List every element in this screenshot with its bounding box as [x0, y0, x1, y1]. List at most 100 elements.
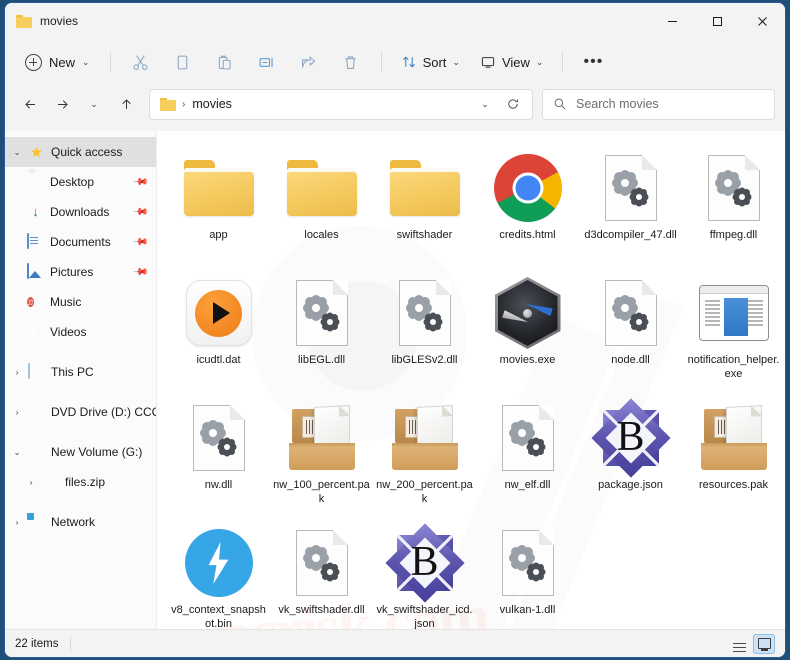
- dll-gears-icon: [386, 274, 464, 352]
- file-item[interactable]: nw_elf.dll: [476, 393, 579, 518]
- file-name: app: [209, 229, 228, 241]
- file-item[interactable]: nw_200_percent.pak: [373, 393, 476, 518]
- file-item[interactable]: nw.dll: [167, 393, 270, 518]
- close-button[interactable]: [740, 3, 785, 39]
- sidebar-item-label: Downloads: [50, 205, 110, 219]
- cut-icon: [133, 54, 148, 70]
- arrow-up-icon: [121, 98, 131, 109]
- sidebar-item-new-volume[interactable]: ⌄ New Volume (G:): [5, 437, 156, 467]
- file-item[interactable]: notification_helper.exe: [682, 268, 785, 393]
- chevron-right-icon[interactable]: ›: [9, 517, 25, 527]
- sidebar-item-downloads[interactable]: ↓ Downloads 📌: [5, 197, 156, 227]
- chrome-html-icon: [489, 149, 567, 227]
- file-item[interactable]: credits.html: [476, 143, 579, 268]
- chevron-down-icon[interactable]: ⌄: [9, 147, 25, 158]
- file-item[interactable]: B package.json: [579, 393, 682, 518]
- file-item[interactable]: libEGL.dll: [270, 268, 373, 393]
- sidebar-item-desktop[interactable]: Desktop 📌: [5, 167, 156, 197]
- chevron-down-icon[interactable]: ⌄: [9, 447, 25, 458]
- sidebar-item-network[interactable]: › Network: [5, 507, 156, 537]
- dll-gears-icon: [592, 274, 670, 352]
- more-options-button[interactable]: •••: [573, 46, 613, 78]
- file-item[interactable]: resources.pak: [682, 393, 785, 518]
- status-bar: 22 items: [5, 629, 785, 657]
- new-button-label: New: [49, 54, 76, 70]
- file-item[interactable]: node.dll: [579, 268, 682, 393]
- sidebar-item-documents[interactable]: Documents 📌: [5, 227, 156, 257]
- breadcrumb[interactable]: movies: [192, 97, 232, 111]
- file-name: vulkan-1.dll: [499, 604, 556, 616]
- sidebar-item-music[interactable]: ♫ Music: [5, 287, 156, 317]
- cut-button[interactable]: [121, 46, 161, 78]
- file-item[interactable]: v8_context_snapshot.bin: [167, 518, 270, 629]
- minimize-button[interactable]: [650, 3, 695, 39]
- pin-icon: 📌: [131, 203, 149, 221]
- file-item[interactable]: libGLESv2.dll: [373, 268, 476, 393]
- file-item[interactable]: vk_swiftshader.dll: [270, 518, 373, 629]
- maximize-icon: [713, 16, 722, 26]
- chevron-down-icon: ⌄: [452, 56, 460, 67]
- file-item[interactable]: swiftshader: [373, 143, 476, 268]
- sidebar-item-quick-access[interactable]: ⌄ ★ Quick access: [5, 137, 156, 167]
- sort-button[interactable]: Sort ⌄: [392, 46, 469, 78]
- close-icon: [758, 16, 767, 26]
- file-item[interactable]: movies.exe: [476, 268, 579, 393]
- sidebar-item-pictures[interactable]: Pictures 📌: [5, 257, 156, 287]
- sidebar-item-label: DVD Drive (D:) CCCC: [51, 405, 156, 419]
- file-item[interactable]: nw_100_percent.pak: [270, 393, 373, 518]
- share-button[interactable]: [289, 46, 329, 78]
- sidebar-item-files-zip[interactable]: › files.zip: [5, 467, 156, 497]
- archive-pak-icon: [283, 399, 361, 477]
- file-name: vk_swiftshader.dll: [278, 604, 365, 616]
- sidebar-item-this-pc[interactable]: › This PC: [5, 357, 156, 387]
- share-icon: [302, 55, 316, 68]
- chevron-right-icon[interactable]: ›: [9, 367, 25, 377]
- toolbar-divider-3: [562, 52, 564, 72]
- folder-icon: [283, 149, 361, 227]
- dll-gears-icon: [695, 149, 773, 227]
- dll-gears-icon: [283, 274, 361, 352]
- chevron-right-icon[interactable]: ›: [9, 407, 25, 417]
- file-name: nw_elf.dll: [504, 479, 551, 491]
- paste-button[interactable]: [205, 46, 245, 78]
- breadcrumb-dropdown-button[interactable]: ⌄: [472, 92, 498, 117]
- file-item[interactable]: B vk_swiftshader_icd.json: [373, 518, 476, 629]
- file-list-pane[interactable]: pcrisk.com app locales swiftshader credi…: [157, 131, 785, 629]
- drive-icon: [28, 444, 45, 460]
- breadcrumb-bar[interactable]: › movies ⌄: [149, 88, 533, 120]
- forward-button[interactable]: [47, 89, 77, 119]
- minimize-icon: [668, 20, 677, 22]
- pin-icon: 📌: [131, 233, 149, 251]
- desktop-icon: [27, 174, 44, 190]
- file-name: credits.html: [499, 229, 556, 241]
- file-item[interactable]: icudtl.dat: [167, 268, 270, 393]
- sidebar-item-videos[interactable]: Videos: [5, 317, 156, 347]
- downloads-icon: ↓: [32, 204, 39, 219]
- view-button[interactable]: View ⌄: [471, 46, 553, 78]
- search-input[interactable]: Search movies: [576, 97, 659, 111]
- chevron-right-icon[interactable]: ›: [23, 477, 39, 487]
- item-count: 22 items: [15, 637, 59, 650]
- delete-button[interactable]: [331, 46, 371, 78]
- large-icons-view-button[interactable]: [753, 633, 775, 654]
- details-view-button[interactable]: [728, 634, 750, 654]
- file-item[interactable]: app: [167, 143, 270, 268]
- copy-button[interactable]: [163, 46, 203, 78]
- back-button[interactable]: [15, 89, 45, 119]
- rename-button[interactable]: [247, 46, 287, 78]
- recent-locations-button[interactable]: ⌄: [79, 89, 109, 119]
- maximize-button[interactable]: [695, 3, 740, 39]
- file-item[interactable]: vulkan-1.dll: [476, 518, 579, 629]
- new-button[interactable]: New ⌄: [17, 46, 100, 78]
- up-button[interactable]: [111, 89, 141, 119]
- star-icon: ★: [30, 144, 43, 160]
- file-item[interactable]: locales: [270, 143, 373, 268]
- file-name: nw_100_percent.pak: [273, 479, 370, 505]
- file-item[interactable]: ffmpeg.dll: [682, 143, 785, 268]
- file-item[interactable]: d3dcompiler_47.dll: [579, 143, 682, 268]
- file-name: notification_helper.exe: [687, 354, 780, 380]
- sidebar-item-dvd-drive[interactable]: › DVD Drive (D:) CCCC: [5, 397, 156, 427]
- refresh-button[interactable]: [500, 92, 526, 117]
- address-bar: ⌄ › movies ⌄ Search movies: [5, 85, 785, 131]
- search-box[interactable]: Search movies: [542, 88, 775, 120]
